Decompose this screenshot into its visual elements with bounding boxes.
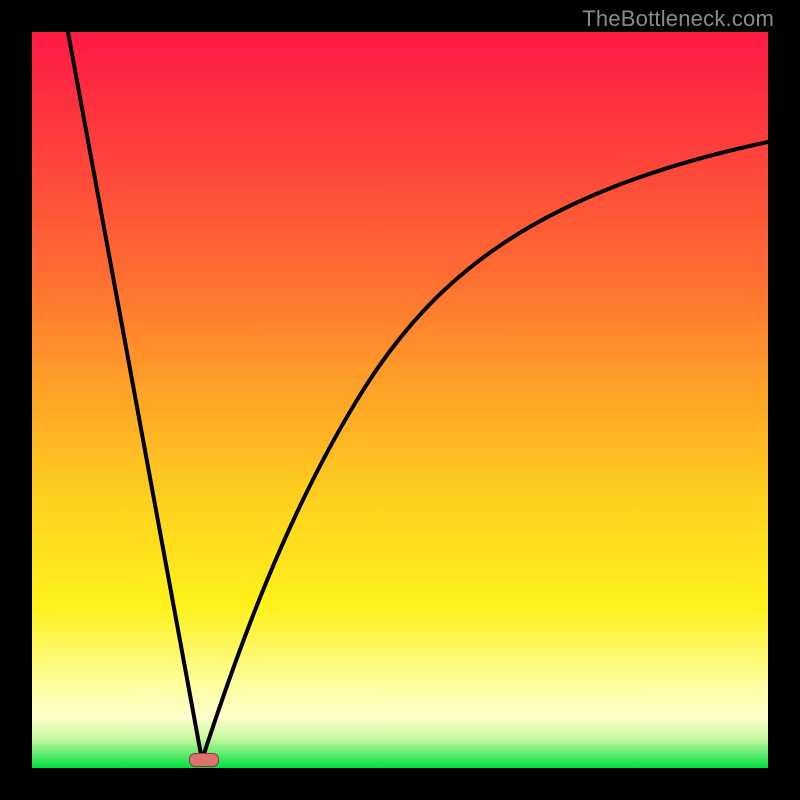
minimum-marker [189,753,219,767]
chart-frame: TheBottleneck.com [0,0,800,800]
bottleneck-curve [32,32,768,768]
plot-area [32,32,768,768]
curve-path [68,32,768,760]
watermark-text: TheBottleneck.com [582,6,774,32]
